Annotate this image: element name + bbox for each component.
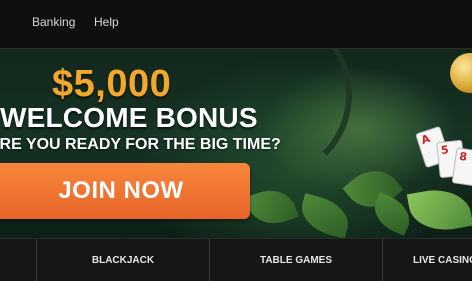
hero-banner: A 5 8 $5,000 WELCOME BONUS ARE YOU READY… [0,49,472,238]
bonus-amount: $5,000 [52,63,172,105]
bonus-title: WELCOME BONUS [0,102,258,133]
game-category-bar: BLACKJACK TABLE GAMES LIVE CASINO [0,238,472,281]
category-blackjack[interactable]: BLACKJACK [37,239,209,281]
playing-card-icon: 8 [451,147,472,187]
nav-link-banking[interactable]: Banking [32,15,75,29]
top-nav-bar: Banking Help [0,0,472,49]
join-now-button[interactable]: JOIN NOW [0,163,250,219]
category-table-games[interactable]: TABLE GAMES [210,239,382,281]
leaf-decoration [245,182,299,232]
category-live-casino[interactable]: LIVE CASINO [383,239,472,281]
nav-link-help[interactable]: Help [94,15,119,29]
bonus-subtitle: ARE YOU READY FOR THE BIG TIME? [0,136,281,153]
